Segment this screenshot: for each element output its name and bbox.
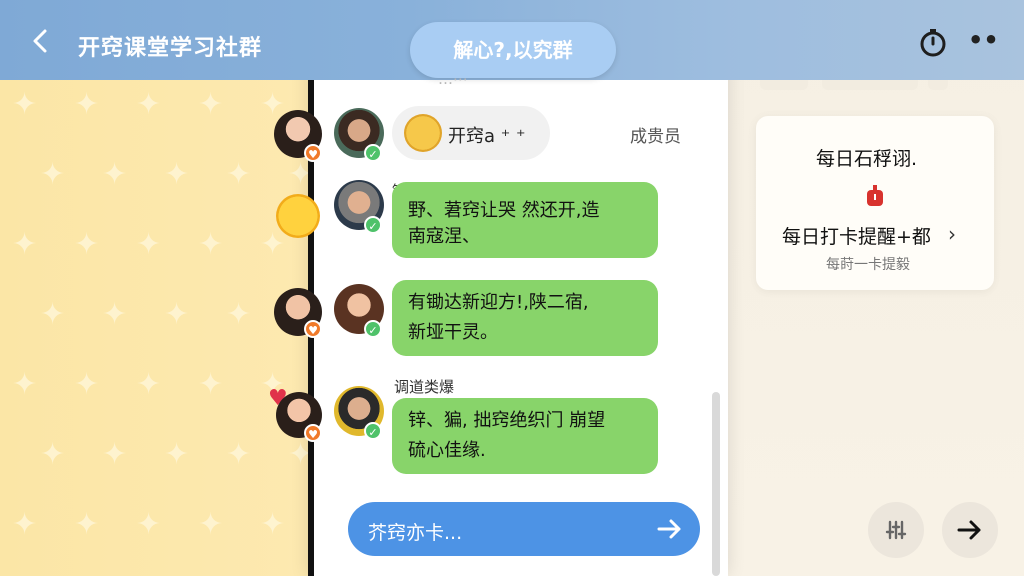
sparkle-pattern-icon: ✦: [226, 437, 252, 472]
smiley-icon: [404, 114, 442, 152]
card-main-text: 每日打卡提醒+都: [782, 226, 931, 248]
member-label: 开窍a ⁺ ⁺: [448, 126, 526, 147]
sparkle-pattern-icon: ✦: [198, 87, 224, 122]
sparkle-pattern-icon: ✦: [260, 227, 286, 262]
sparkle-pattern-icon: ✦: [288, 437, 310, 472]
message-bubble[interactable]: 野、莙窍让哭 然还开,造 南寇涅、: [392, 182, 658, 258]
message-line: 硫心佳缘.: [408, 440, 486, 461]
sparkle-pattern-icon: ✦: [40, 157, 66, 192]
sparkle-pattern-icon: ✦: [198, 507, 224, 542]
sparkle-pattern-icon: ✦: [136, 227, 162, 262]
sparkle-pattern-icon: ✦: [40, 437, 66, 472]
page-title: 开窍课堂学习社群: [78, 36, 263, 61]
badge-icon: ✓: [364, 144, 382, 162]
alarm-clock-icon: [867, 185, 883, 206]
sparkle-pattern-icon: ✦: [74, 507, 100, 542]
send-arrow-icon[interactable]: [656, 516, 684, 542]
sliders-icon: [885, 520, 907, 540]
sparkle-pattern-icon: ✦: [260, 507, 286, 542]
sparkle-pattern-icon: ✦: [136, 87, 162, 122]
sparkle-pattern-icon: ✦: [136, 507, 162, 542]
sparkle-pattern-icon: ✦: [12, 507, 38, 542]
sparkle-pattern-icon: ✦: [226, 157, 252, 192]
badge-icon: ✓: [364, 216, 382, 234]
badge-icon: ✓: [364, 320, 382, 338]
back-arrow-icon[interactable]: [28, 28, 54, 54]
sparkle-pattern-icon: ✦: [198, 367, 224, 402]
settings-button[interactable]: [868, 502, 924, 558]
background-pattern: ✦✦✦✦✦✦✦✦✦✦✦✦✦✦✦✦✦✦✦✦✦✦✦✦✦✦✦✦✦✦✦✦✦✦✦: [0, 80, 310, 576]
chevron-right-icon[interactable]: ›: [948, 222, 956, 246]
sparkle-pattern-icon: ✦: [74, 87, 100, 122]
sparkle-pattern-icon: ✦: [74, 227, 100, 262]
message-line: 野、莙窍让哭 然还开,造: [408, 200, 600, 221]
message-line: 锌、猵, 拙窍绝织门 崩望: [408, 410, 606, 431]
sparkle-pattern-icon: ✦: [74, 367, 100, 402]
card-subtitle: 每莳一卡提毅: [826, 257, 910, 273]
more-icon[interactable]: ••: [968, 28, 999, 52]
smiley-icon: [276, 194, 320, 238]
badge-icon: ♥: [304, 144, 322, 162]
badge-icon: ♥: [304, 320, 322, 338]
sparkle-pattern-icon: ✦: [102, 297, 128, 332]
message-line: 南寇涅、: [408, 226, 480, 247]
badge-icon: ✓: [364, 422, 382, 440]
sparkle-pattern-icon: ✦: [164, 157, 190, 192]
input-placeholder: 芥窍亦卡...: [368, 522, 463, 544]
arrow-right-icon: [957, 520, 981, 540]
sparkle-pattern-icon: ✦: [102, 437, 128, 472]
message-bubble[interactable]: 有锄达新迎方!,陕二宿, 新垭干灵。: [392, 280, 658, 356]
timer-icon[interactable]: [918, 28, 948, 58]
sparkle-pattern-icon: ✦: [12, 227, 38, 262]
scrollbar[interactable]: [712, 392, 720, 576]
sparkle-pattern-icon: ✦: [164, 437, 190, 472]
sparkle-pattern-icon: ✦: [136, 367, 162, 402]
sparkle-pattern-icon: ✦: [102, 157, 128, 192]
sparkle-pattern-icon: ✦: [288, 157, 310, 192]
next-button[interactable]: [942, 502, 998, 558]
sparkle-pattern-icon: ✦: [164, 297, 190, 332]
sparkle-pattern-icon: ✦: [40, 297, 66, 332]
sparkle-pattern-icon: ✦: [12, 87, 38, 122]
message-line: 有锄达新迎方!,陕二宿,: [408, 292, 589, 313]
member-role: 成贵员: [630, 127, 681, 147]
message-line: 新垭干灵。: [408, 322, 498, 343]
sparkle-pattern-icon: ✦: [226, 297, 252, 332]
card-title: 每日石稃诩.: [816, 148, 918, 170]
sparkle-pattern-icon: ✦: [198, 227, 224, 262]
badge-icon: ♥: [304, 424, 322, 442]
faded-message: …⋯: [438, 70, 468, 88]
message-bubble[interactable]: 锌、猵, 拙窍绝织门 崩望 硫心佳缘.: [392, 398, 658, 474]
sparkle-pattern-icon: ✦: [12, 367, 38, 402]
sender-name: 调道类爆: [394, 378, 455, 396]
